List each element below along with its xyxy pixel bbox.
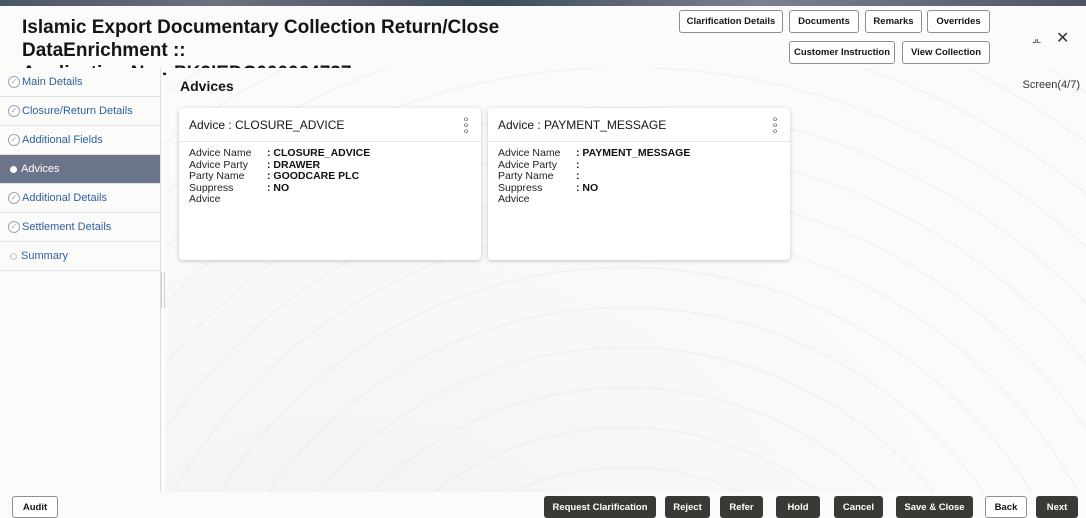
check-circle-icon: ✓	[8, 134, 20, 146]
kebab-menu-icon[interactable]: ∘ ∘ ∘	[770, 113, 780, 137]
sidebar-item-main-details[interactable]: ✓ Main Details	[0, 68, 160, 97]
advice-field-row: Suppress Advice : NO	[189, 181, 471, 206]
sidebar-item-label: Closure/Return Details	[22, 105, 133, 117]
advice-card-body: Advice Name : CLOSURE_ADVICE Advice Part…	[179, 142, 481, 212]
sidebar-item-label: Additional Fields	[22, 134, 103, 146]
next-button[interactable]: Next	[1036, 496, 1078, 518]
field-value: : NO	[576, 181, 599, 194]
advice-card-payment-message: Advice : PAYMENT_MESSAGE ∘ ∘ ∘ Advice Name…	[488, 108, 790, 260]
advice-field-row: Advice Name : PAYMENT_MESSAGE	[498, 147, 780, 160]
field-value: : GOODCARE PLC	[267, 170, 360, 182]
check-circle-icon: ✓	[8, 221, 20, 233]
sidebar-item-label: Additional Details	[22, 192, 107, 204]
kebab-menu-icon[interactable]: ∘ ∘ ∘	[461, 113, 471, 137]
customer-instruction-button[interactable]: Customer Instruction	[789, 41, 895, 64]
advice-card-title: Advice : CLOSURE_ADVICE	[189, 117, 345, 132]
audit-button[interactable]: Audit	[12, 496, 58, 518]
close-icon[interactable]: ✕	[1056, 28, 1069, 48]
page-title-line1: Islamic Export Documentary Collection Re…	[22, 17, 500, 61]
documents-button[interactable]: Documents	[789, 10, 859, 33]
check-circle-icon: ✓	[8, 192, 20, 204]
screen-indicator: Screen(4/7)	[1022, 79, 1080, 91]
field-label: Advice Name	[189, 147, 252, 159]
field-value: : NO	[267, 181, 290, 194]
field-value: : CLOSURE_ADVICE	[267, 147, 371, 159]
back-button[interactable]: Back	[985, 496, 1027, 518]
advice-field-row: Party Name :	[498, 170, 780, 183]
sidebar: ✓ Main Details ✓ Closure/Return Details …	[0, 68, 161, 492]
advice-card-header: Advice : CLOSURE_ADVICE ∘ ∘ ∘	[179, 108, 481, 142]
field-label: Suppress Advice	[189, 181, 234, 205]
advice-field-row: Advice Name : CLOSURE_ADVICE	[189, 147, 471, 160]
sidebar-item-label: Advices	[21, 163, 60, 175]
sidebar-item-closure-return-details[interactable]: ✓ Closure/Return Details	[0, 97, 160, 126]
sidebar-item-summary[interactable]: Summary	[0, 242, 160, 271]
clarification-details-button[interactable]: Clarification Details	[679, 10, 783, 33]
hold-button[interactable]: Hold	[776, 496, 820, 518]
check-circle-icon: ✓	[8, 76, 20, 88]
field-label: Party Name	[498, 170, 554, 182]
advice-card-closure: Advice : CLOSURE_ADVICE ∘ ∘ ∘ Advice Name …	[179, 108, 481, 260]
remarks-button[interactable]: Remarks	[865, 10, 922, 33]
current-step-dot-icon	[10, 165, 17, 173]
overrides-button[interactable]: Overrides	[927, 10, 990, 33]
advice-card-body: Advice Name : PAYMENT_MESSAGE Advice Par…	[488, 142, 790, 212]
check-circle-icon: ✓	[8, 105, 20, 117]
field-label: Advice Name	[498, 147, 561, 159]
cancel-button[interactable]: Cancel	[834, 496, 883, 518]
sidebar-item-additional-details[interactable]: ✓ Additional Details	[0, 184, 160, 213]
refer-button[interactable]: Refer	[720, 496, 763, 518]
minimize-icon[interactable]: ⌟⌞	[1032, 32, 1041, 45]
sidebar-item-label: Summary	[21, 250, 69, 262]
main-content: Advices Screen(4/7) Advice : CLOSURE_ADV…	[166, 68, 1086, 492]
sidebar-item-settlement-details[interactable]: ✓ Settlement Details	[0, 213, 160, 242]
advice-field-row: Party Name : GOODCARE PLC	[189, 170, 471, 183]
field-value: :	[576, 170, 580, 182]
advice-card-header: Advice : PAYMENT_MESSAGE ∘ ∘ ∘	[488, 108, 790, 142]
sidebar-item-label: Main Details	[22, 76, 83, 88]
save-and-close-button[interactable]: Save & Close	[896, 496, 973, 518]
advice-card-title: Advice : PAYMENT_MESSAGE	[498, 117, 667, 132]
request-clarification-button[interactable]: Request Clarification	[544, 496, 656, 518]
footer-action-bar: Audit Request Clarification Reject Refer…	[0, 492, 1086, 518]
field-value: : PAYMENT_MESSAGE	[576, 147, 691, 159]
advice-field-row: Suppress Advice : NO	[498, 181, 780, 206]
header: Islamic Export Documentary Collection Re…	[0, 6, 1086, 84]
reject-button[interactable]: Reject	[665, 496, 710, 518]
sidebar-item-additional-fields[interactable]: ✓ Additional Fields	[0, 126, 160, 155]
sidebar-item-advices[interactable]: Advices	[0, 155, 160, 184]
sidebar-resize-handle[interactable]	[161, 272, 165, 308]
field-label: Party Name	[189, 170, 245, 182]
field-label: Suppress Advice	[498, 181, 543, 205]
sidebar-item-label: Settlement Details	[22, 221, 112, 233]
view-collection-button[interactable]: View Collection	[902, 41, 990, 64]
pending-step-circle-icon	[10, 252, 17, 260]
section-title: Advices	[180, 78, 234, 94]
